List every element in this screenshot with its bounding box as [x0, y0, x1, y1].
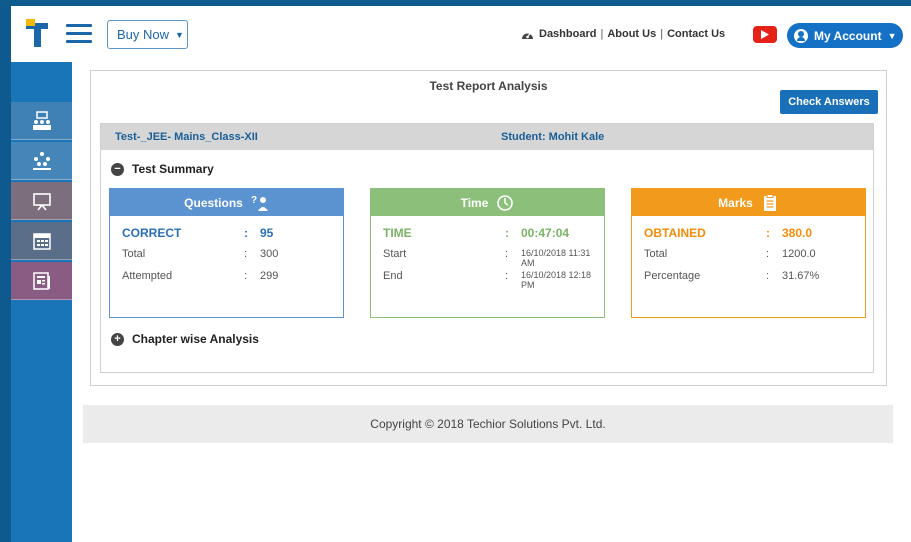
total-questions-value: 300: [260, 248, 279, 260]
end-row: End : 16/10/2018 12:18 PM: [383, 270, 592, 290]
plus-circle-icon: +: [111, 332, 124, 346]
chapter-analysis-label: Chapter wise Analysis: [132, 332, 259, 346]
classroom-icon: [32, 110, 51, 130]
test-summary-label: Test Summary: [132, 162, 214, 176]
sidebar: [11, 62, 72, 542]
youtube-button[interactable]: [753, 26, 777, 43]
student-name: Student: Mohit Kale: [501, 131, 605, 143]
test-name: Test-_JEE- Mains_Class-XII: [115, 131, 258, 143]
test-info-bar: Test-_JEE- Mains_Class-XII Student: Mohi…: [101, 124, 873, 150]
svg-text:?: ?: [251, 195, 257, 206]
report-panel: Test Report Analysis Check Answers Test-…: [90, 70, 887, 386]
menu-icon[interactable]: [66, 24, 92, 44]
correct-row: CORRECT : 95: [122, 226, 274, 240]
sidebar-item-classroom[interactable]: [11, 102, 72, 140]
caret-down-icon: ▼: [887, 30, 897, 41]
header-bar: Buy Now ▼ Dashboard | About Us | Contact…: [11, 6, 911, 62]
time-card-header: Time: [371, 189, 604, 216]
time-title: Time: [460, 195, 489, 210]
percentage-value: 31.67%: [782, 270, 820, 282]
questions-card-header: Questions ?: [110, 189, 343, 216]
clock-icon: [497, 194, 514, 211]
nav-contact-us[interactable]: Contact Us: [667, 28, 725, 40]
check-answers-button[interactable]: Check Answers: [780, 90, 878, 114]
my-account-button[interactable]: My Account ▼: [787, 23, 903, 48]
top-nav: Dashboard | About Us | Contact Us: [521, 26, 725, 42]
sidebar-item-group[interactable]: [11, 142, 72, 180]
copyright-text: Copyright © 2018 Techior Solutions Pvt. …: [370, 417, 606, 431]
caret-down-icon: ▼: [175, 29, 184, 40]
minus-circle-icon: −: [111, 162, 124, 176]
start-value: 16/10/2018 11:31 AM: [521, 248, 591, 268]
start-row: Start : 16/10/2018 11:31 AM: [383, 248, 591, 268]
obtained-value: 380.0: [782, 226, 813, 240]
buy-now-label: Buy Now: [117, 27, 170, 42]
sidebar-item-calendar[interactable]: [11, 222, 72, 260]
nav-dashboard[interactable]: Dashboard: [539, 28, 596, 40]
main-content: Test Report Analysis Check Answers Test-…: [72, 62, 911, 542]
percentage-row: Percentage : 31.67%: [644, 270, 820, 282]
page-title: Test Report Analysis: [429, 79, 548, 93]
time-card: Time TIME : 00:47:04 Start : 16/10/2018 …: [370, 188, 605, 318]
question-person-icon: ?: [251, 195, 268, 211]
report-box: Test-_JEE- Mains_Class-XII Student: Mohi…: [100, 123, 874, 373]
clipboard-icon: [763, 193, 776, 211]
chapter-analysis-toggle[interactable]: + Chapter wise Analysis: [111, 332, 259, 346]
questions-card: Questions ? CORRECT : 95 Total: 300 Att…: [109, 188, 344, 318]
correct-value: 95: [260, 226, 274, 240]
marks-card: Marks OBTAINED : 380.0 Total: 1200.0 Pe…: [631, 188, 866, 318]
footer: Copyright © 2018 Techior Solutions Pvt. …: [83, 405, 893, 443]
end-value: 16/10/2018 12:18 PM: [521, 270, 592, 290]
presentation-icon: [32, 192, 51, 210]
questions-title: Questions: [184, 195, 243, 210]
dashboard-icon: [522, 32, 533, 39]
marks-card-header: Marks: [632, 189, 865, 216]
sidebar-item-presentation[interactable]: [11, 182, 72, 220]
total-marks-row: Total : 1200.0: [644, 248, 816, 260]
report-icon: [32, 271, 50, 290]
buy-now-dropdown[interactable]: Buy Now ▼: [107, 20, 188, 49]
calendar-icon: [32, 232, 51, 250]
my-account-label: My Account: [814, 28, 882, 43]
logo-icon[interactable]: [24, 19, 50, 49]
group-icon: [32, 151, 51, 170]
test-summary-toggle[interactable]: − Test Summary: [111, 162, 214, 176]
play-icon: [761, 30, 769, 39]
total-marks-value: 1200.0: [782, 248, 816, 260]
sidebar-item-report[interactable]: [11, 262, 72, 300]
total-questions-row: Total : 300: [122, 248, 279, 260]
marks-title: Marks: [718, 195, 753, 210]
attempted-value: 299: [260, 270, 279, 282]
time-value: 00:47:04: [521, 226, 570, 240]
obtained-row: OBTAINED : 380.0: [644, 226, 813, 240]
attempted-row: Attempted : 299: [122, 270, 279, 282]
user-icon: [794, 28, 808, 43]
nav-about-us[interactable]: About Us: [607, 28, 656, 40]
time-row: TIME : 00:47:04: [383, 226, 570, 240]
